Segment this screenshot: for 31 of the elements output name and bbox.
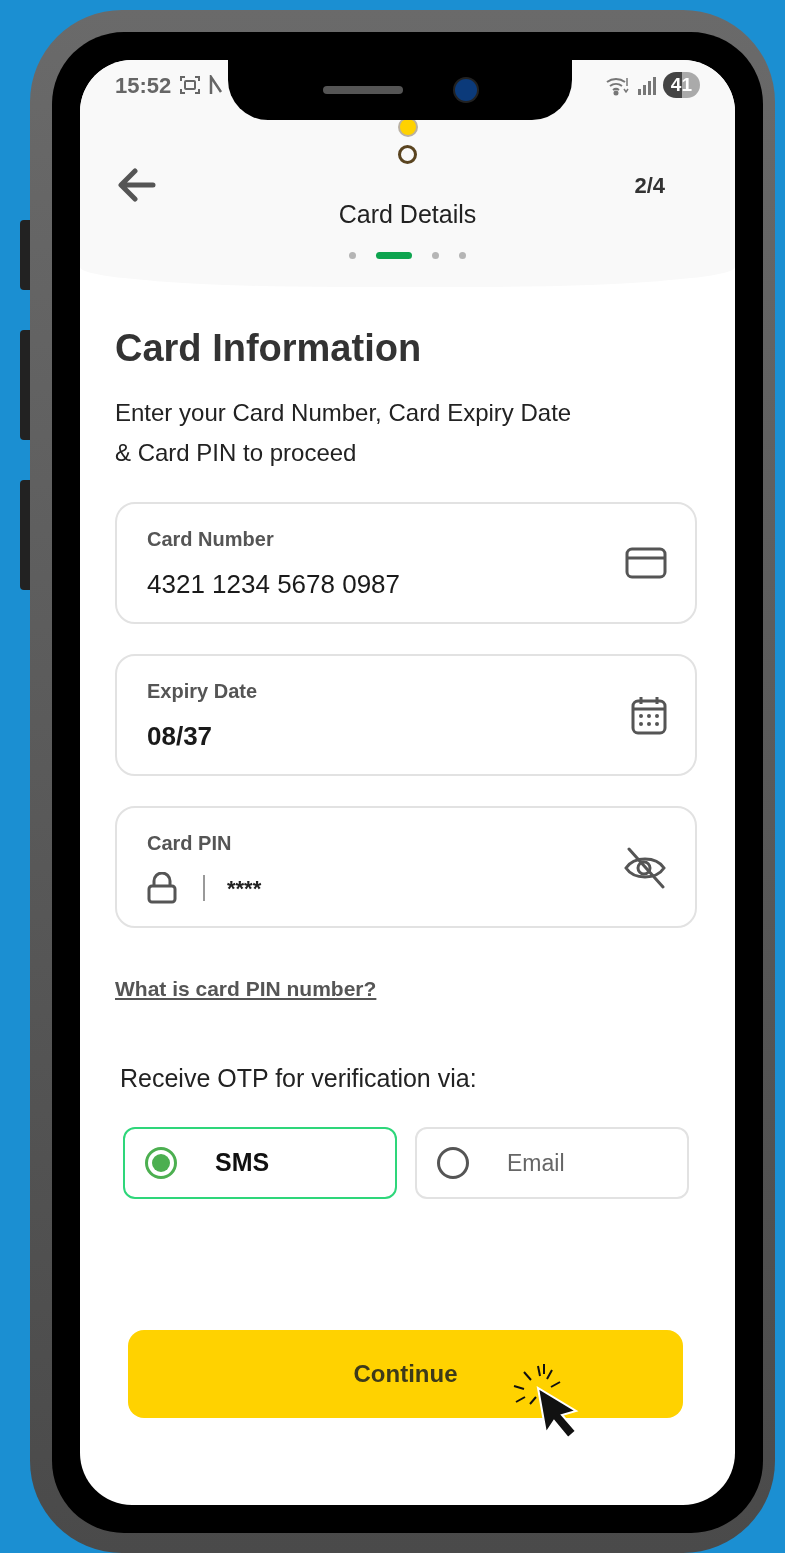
- radio-icon: [437, 1147, 469, 1179]
- signal-icon: [636, 75, 657, 95]
- continue-button[interactable]: Continue: [128, 1330, 683, 1418]
- notification-icon: [209, 75, 224, 95]
- input-field[interactable]: Card PIN ****: [115, 806, 697, 928]
- screenshot-icon: [179, 74, 202, 96]
- page-title: Card Details: [338, 199, 477, 230]
- calendar-icon: [631, 695, 667, 735]
- back-button[interactable]: [118, 168, 156, 202]
- input-field[interactable]: Card Number 4321 1234 5678 0987: [115, 502, 697, 624]
- field-label: Card Number: [147, 527, 275, 552]
- instructions-text: Enter your Card Number, Card Expiry Date & Card PIN to proceed: [115, 398, 573, 468]
- field-value: 08/37: [147, 720, 213, 752]
- field-value: 4321 1234 5678 0987: [147, 568, 401, 600]
- status-time: 15:52: [115, 71, 172, 100]
- ring-icon: [398, 145, 417, 164]
- hidden-eye-icon[interactable]: [623, 845, 667, 889]
- help-link[interactable]: What is card PIN number?: [115, 975, 377, 1003]
- radio-option[interactable]: SMS: [123, 1127, 397, 1199]
- section-heading: Card Information: [115, 326, 422, 371]
- field-value: ****: [227, 874, 262, 903]
- field-label: Card PIN: [147, 831, 233, 856]
- radio-icon: [145, 1147, 177, 1179]
- radio-option[interactable]: Email: [415, 1127, 689, 1199]
- otp-label: Receive OTP for verification via:: [120, 1063, 477, 1094]
- card-icon: [625, 546, 667, 580]
- lock-icon: [147, 872, 177, 904]
- step-counter: 2/4: [634, 171, 665, 200]
- battery-indicator: 41: [662, 72, 700, 98]
- field-label: Expiry Date: [147, 679, 258, 704]
- input-field[interactable]: Expiry Date 08/37: [115, 654, 697, 776]
